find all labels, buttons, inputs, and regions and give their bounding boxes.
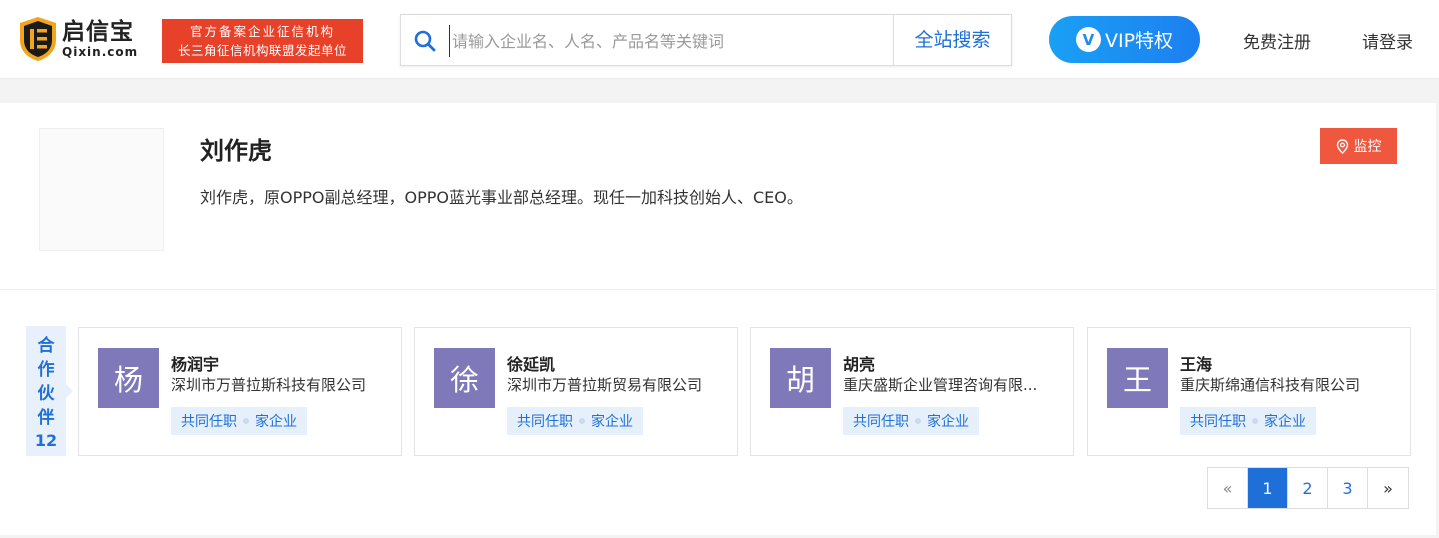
tag-dot-icon [579,418,585,424]
location-pin-icon [1336,138,1348,154]
pagination-prev-button[interactable]: « [1208,468,1248,508]
vip-button[interactable]: V VIP特权 [1049,16,1200,63]
partner-card[interactable]: 胡 胡亮 重庆盛斯企业管理咨询有限... 共同任职 家企业 [750,327,1074,456]
partner-company[interactable]: 深圳市万普拉斯贸易有限公司 [507,374,722,395]
pagination-next-button[interactable]: » [1368,468,1408,508]
login-link[interactable]: 请登录 [1362,28,1413,53]
partner-card[interactable]: 徐 徐延凯 深圳市万普拉斯贸易有限公司 共同任职 家企业 [414,327,738,456]
partner-tag-count: 家企业 [255,414,297,430]
partner-tag: 共同任职 家企业 [1180,407,1316,435]
partner-tag: 共同任职 家企业 [507,407,643,435]
partner-tag-count: 家企业 [927,414,969,430]
top-header: 启信宝 Qixin.com 官方备案企业征信机构 长三角征信机构联盟发起单位 全… [0,0,1439,79]
partner-card[interactable]: 王 王海 重庆斯绵通信科技有限公司 共同任职 家企业 [1087,327,1411,456]
partner-tag-label: 共同任职 [1190,414,1246,430]
tag-dot-icon [1252,418,1258,424]
partner-name[interactable]: 杨润宇 [171,351,219,375]
partner-tag: 共同任职 家企业 [843,407,979,435]
partner-tag-count: 家企业 [1264,414,1306,430]
search-icon[interactable] [413,29,437,53]
site-search-button[interactable]: 全站搜索 [893,15,1011,65]
partner-tag-count: 家企业 [591,414,633,430]
partner-company[interactable]: 深圳市万普拉斯科技有限公司 [171,374,386,395]
shield-logo-icon [18,16,58,62]
monitor-button[interactable]: 监控 [1320,128,1397,164]
partners-tab[interactable]: 合 作 伙 伴 12 [26,326,73,456]
partner-name[interactable]: 胡亮 [843,351,875,375]
partners-tab-char: 伴 [37,408,55,428]
partner-company[interactable]: 重庆斯绵通信科技有限公司 [1180,374,1395,395]
partners-tab-char: 伙 [37,384,55,404]
partner-avatar: 杨 [98,348,159,408]
person-profile-card: 刘作虎 刘作虎，原OPPO副总经理，OPPO蓝光事业部总经理。现任一加科技创始人… [0,103,1436,535]
partner-avatar: 徐 [434,348,495,408]
search-input[interactable] [449,25,879,57]
partners-count: 12 [34,431,58,450]
monitor-label: 监控 [1353,139,1382,155]
person-name: 刘作虎 [200,137,272,165]
pagination-page-button[interactable]: 1 [1248,468,1288,508]
vip-badge-icon: V [1075,27,1101,52]
pagination: « 1 2 3 » [1207,467,1409,509]
logo-chinese-name: 启信宝 [62,19,134,45]
vip-label: VIP特权 [1104,30,1174,52]
certification-banner: 官方备案企业征信机构 长三角征信机构联盟发起单位 [162,19,363,63]
section-divider [0,289,1436,290]
partner-avatar: 王 [1107,348,1168,408]
partner-tag-label: 共同任职 [853,414,909,430]
tag-dot-icon [915,418,921,424]
person-avatar [39,128,164,251]
pagination-page-button[interactable]: 3 [1328,468,1368,508]
partner-tag-label: 共同任职 [181,414,237,430]
partner-card[interactable]: 杨 杨润宇 深圳市万普拉斯科技有限公司 共同任职 家企业 [78,327,402,456]
tag-dot-icon [243,418,249,424]
cert-line-2: 长三角征信机构联盟发起单位 [177,43,347,58]
partner-tag: 共同任职 家企业 [171,407,307,435]
partner-avatar: 胡 [770,348,831,408]
search-bar: 全站搜索 [400,14,1012,66]
partner-name[interactable]: 王海 [1180,351,1212,375]
partners-tab-char: 合 [37,336,55,356]
pagination-page-button[interactable]: 2 [1288,468,1328,508]
logo-english-name: Qixin.com [62,45,139,59]
partner-company[interactable]: 重庆盛斯企业管理咨询有限... [843,374,1058,395]
partners-tab-char: 作 [37,360,55,380]
cert-line-1: 官方备案企业征信机构 [189,24,335,39]
partner-name[interactable]: 徐延凯 [507,351,555,375]
person-description: 刘作虎，原OPPO副总经理，OPPO蓝光事业部总经理。现任一加科技创始人、CEO… [200,188,803,207]
qixin-logo[interactable]: 启信宝 Qixin.com [18,14,138,64]
partner-tag-label: 共同任职 [517,414,573,430]
register-link[interactable]: 免费注册 [1243,28,1311,53]
